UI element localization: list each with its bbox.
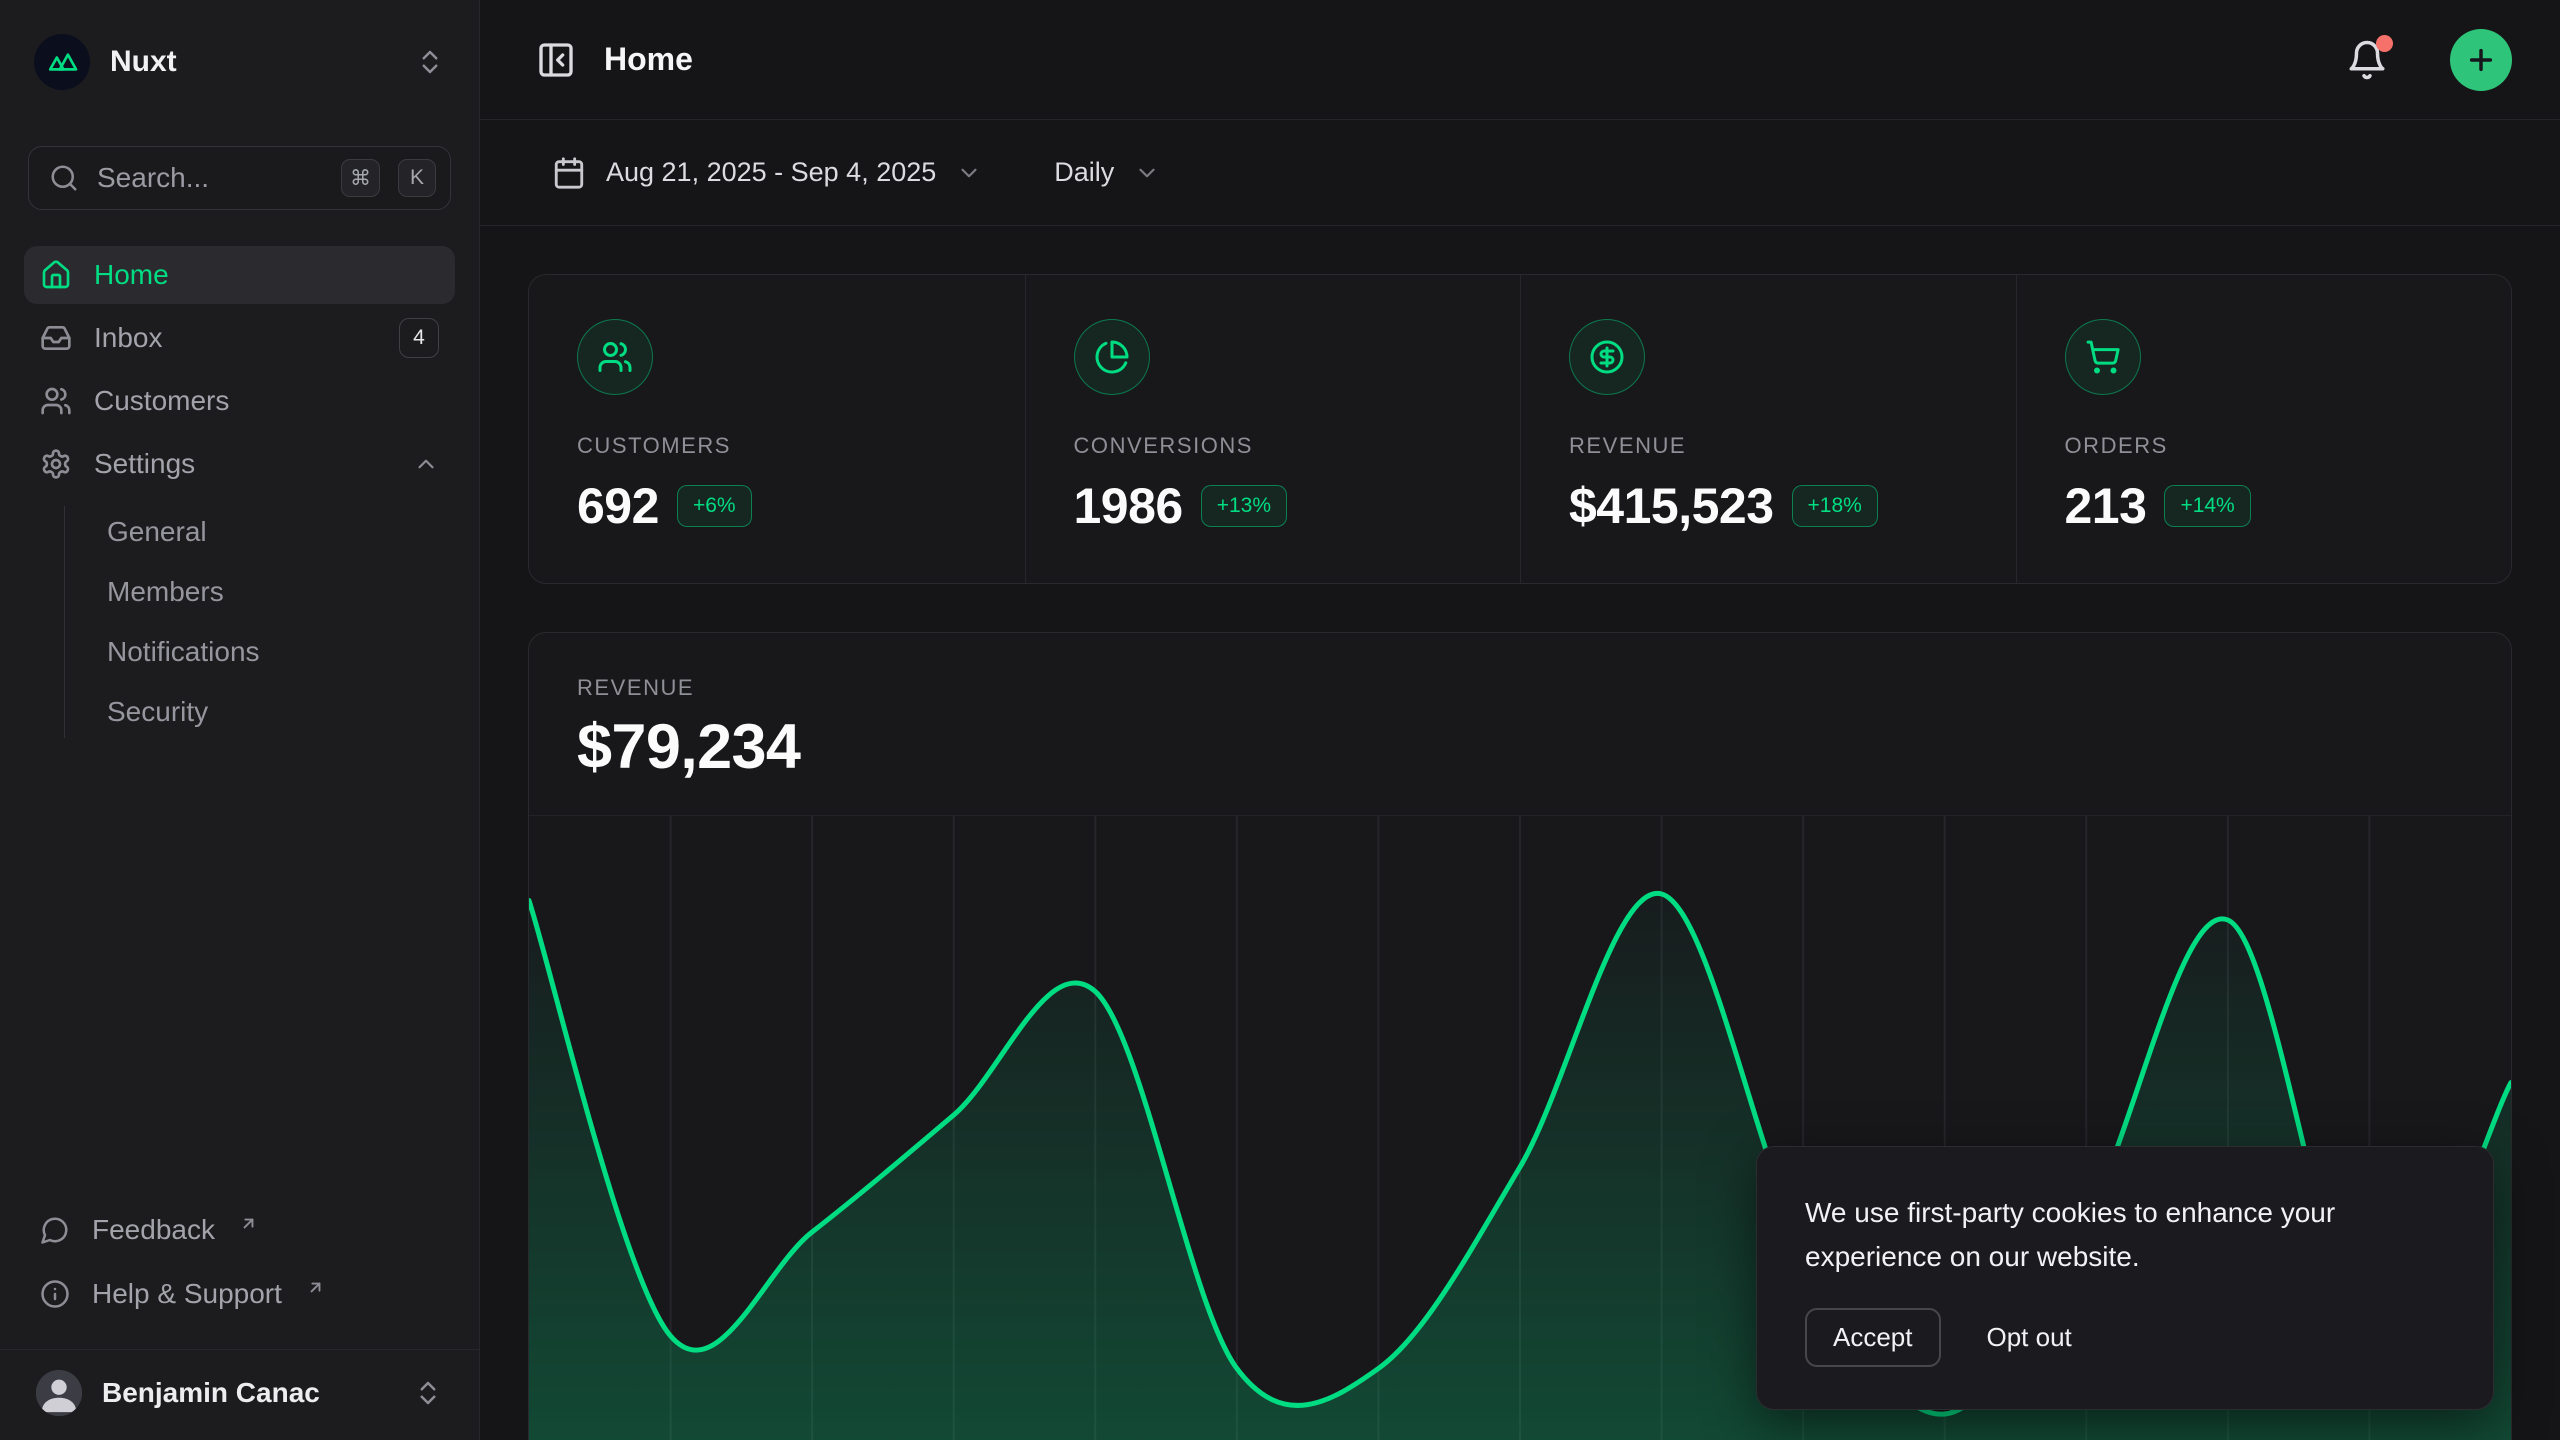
stat-value: 1986 — [1074, 477, 1183, 535]
sidebar-item-settings[interactable]: Settings — [24, 435, 455, 493]
info-circle-icon — [40, 1279, 70, 1309]
search-icon — [49, 163, 79, 193]
user-menu[interactable]: Benjamin Canac — [24, 1350, 455, 1430]
stat-value: 213 — [2065, 477, 2147, 535]
stat-card-orders: ORDERS 213 +14% — [2016, 275, 2512, 583]
sidebar-item-label: Home — [94, 259, 439, 291]
kbd-k: K — [398, 159, 436, 197]
inbox-icon — [40, 322, 72, 354]
nuxt-logo-icon — [34, 34, 90, 90]
stat-card-conversions: CONVERSIONS 1986 +13% — [1025, 275, 1521, 583]
cart-icon — [2065, 319, 2141, 395]
search-input[interactable]: Search... ⌘ K — [28, 146, 451, 210]
sidebar-item-customers[interactable]: Customers — [24, 372, 455, 430]
users-icon — [40, 385, 72, 417]
cookie-banner: We use first-party cookies to enhance yo… — [1756, 1146, 2494, 1410]
inbox-count-badge: 4 — [399, 318, 439, 358]
date-range-picker[interactable]: Aug 21, 2025 - Sep 4, 2025 — [552, 156, 982, 190]
team-switcher[interactable]: Nuxt — [24, 28, 455, 96]
filters-toolbar: Aug 21, 2025 - Sep 4, 2025 Daily — [480, 120, 2560, 226]
sidebar-item-feedback[interactable]: Feedback — [24, 1201, 455, 1259]
granularity-label: Daily — [1054, 157, 1114, 188]
accept-button[interactable]: Accept — [1805, 1308, 1941, 1367]
brand-name: Nuxt — [110, 45, 177, 79]
sidebar-item-label: Security — [107, 696, 443, 728]
page-title: Home — [604, 41, 2318, 78]
home-icon — [40, 259, 72, 291]
date-range-label: Aug 21, 2025 - Sep 4, 2025 — [606, 157, 936, 188]
stat-label: CONVERSIONS — [1074, 433, 1473, 459]
search-placeholder: Search... — [97, 162, 323, 194]
stat-value: 692 — [577, 477, 659, 535]
notification-dot — [2376, 35, 2393, 52]
calendar-icon — [552, 156, 586, 190]
plus-icon — [2465, 44, 2497, 76]
pie-chart-icon — [1074, 319, 1150, 395]
notifications-button[interactable] — [2346, 39, 2388, 81]
kbd-cmd: ⌘ — [341, 159, 380, 197]
panel-left-close-icon — [536, 40, 576, 80]
change-badge: +13% — [1201, 485, 1287, 527]
sidebar-item-label: General — [107, 516, 443, 548]
gear-icon — [40, 448, 72, 480]
add-button[interactable] — [2450, 29, 2512, 91]
stat-card-revenue: REVENUE $415,523 +18% — [1520, 275, 2016, 583]
dollar-circle-icon — [1569, 319, 1645, 395]
stat-label: REVENUE — [1569, 433, 1968, 459]
sidebar-item-general[interactable]: General — [95, 506, 455, 558]
users-icon — [577, 319, 653, 395]
granularity-select[interactable]: Daily — [1054, 157, 1160, 188]
change-badge: +14% — [2164, 485, 2250, 527]
sidebar-item-label: Inbox — [94, 322, 377, 354]
sidebar-item-help-support[interactable]: Help & Support — [24, 1265, 455, 1323]
sidebar-item-label: Notifications — [107, 636, 443, 668]
sidebar-item-notifications[interactable]: Notifications — [95, 626, 455, 678]
external-link-icon — [239, 1214, 258, 1233]
chevrons-up-down-icon — [413, 1378, 443, 1408]
sidebar-item-inbox[interactable]: Inbox 4 — [24, 309, 455, 367]
stats-card: CUSTOMERS 692 +6% CONVERSIONS 1986 +13% — [528, 274, 2512, 584]
stat-label: CUSTOMERS — [577, 433, 977, 459]
stat-label: ORDERS — [2065, 433, 2464, 459]
optout-button[interactable]: Opt out — [1987, 1322, 2072, 1353]
sidebar-item-members[interactable]: Members — [95, 566, 455, 618]
sidebar-item-label: Help & Support — [92, 1278, 282, 1310]
change-badge: +18% — [1792, 485, 1878, 527]
change-badge: +6% — [677, 485, 752, 527]
chevron-up-icon — [413, 451, 439, 477]
user-name: Benjamin Canac — [102, 1377, 393, 1409]
page-header: Home — [480, 0, 2560, 120]
sidebar-item-security[interactable]: Security — [95, 686, 455, 738]
sidebar: Nuxt Search... ⌘ K Home — [0, 0, 480, 1440]
revenue-label: REVENUE — [577, 675, 2463, 701]
sidebar-item-label: Customers — [94, 385, 439, 417]
sidebar-item-label: Feedback — [92, 1214, 215, 1246]
settings-subnav: General Members Notifications Security — [64, 506, 455, 738]
chevrons-up-down-icon — [415, 47, 445, 77]
avatar — [36, 1370, 82, 1416]
sidebar-footer: Feedback Help & Support — [24, 1201, 455, 1323]
sidebar-item-label: Members — [107, 576, 443, 608]
message-bubble-icon — [40, 1215, 70, 1245]
stat-value: $415,523 — [1569, 477, 1774, 535]
sidebar-item-label: Settings — [94, 448, 391, 480]
revenue-total: $79,234 — [577, 711, 2463, 783]
chevron-down-icon — [956, 160, 982, 186]
stat-card-customers: CUSTOMERS 692 +6% — [529, 275, 1025, 583]
external-link-icon — [306, 1278, 325, 1297]
sidebar-nav: Home Inbox 4 Customers Settings — [24, 246, 455, 742]
chevron-down-icon — [1134, 160, 1160, 186]
sidebar-item-home[interactable]: Home — [24, 246, 455, 304]
sidebar-collapse-button[interactable] — [536, 40, 576, 80]
cookie-message: We use first-party cookies to enhance yo… — [1805, 1191, 2445, 1278]
